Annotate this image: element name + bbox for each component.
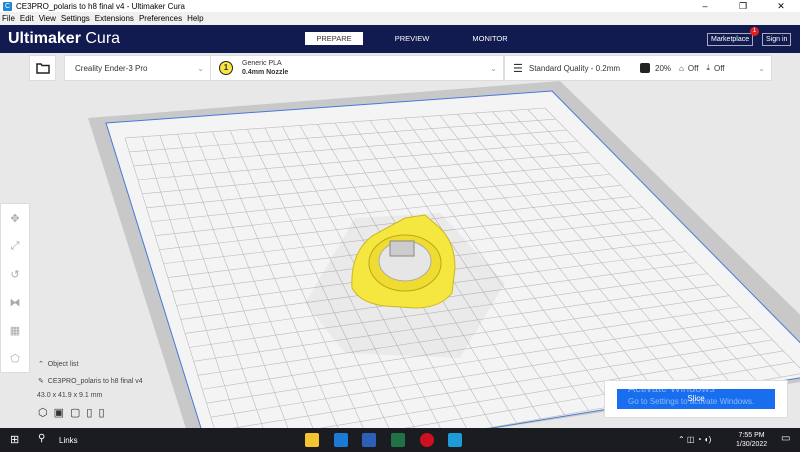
extruder-icon: 1: [219, 61, 233, 75]
menu-file[interactable]: File: [2, 14, 15, 23]
search-icon[interactable]: ⚲: [38, 433, 45, 444]
material-selector[interactable]: 1 Generic PLA 0.4mm Nozzle ⌄: [210, 55, 504, 81]
sign-in-button[interactable]: Sign in: [762, 33, 792, 46]
activate-windows-hint: Go to Settings to activate Windows.: [628, 397, 755, 406]
window-title: CE3PRO_polaris to h8 final v4 - Ultimake…: [16, 1, 185, 11]
view-left-icon[interactable]: ▯: [86, 407, 98, 419]
tab-prepare[interactable]: PREPARE: [305, 32, 363, 45]
tab-monitor[interactable]: MONITOR: [461, 32, 519, 45]
marketplace-button[interactable]: Marketplace: [707, 33, 754, 46]
object-list-label: Object list: [47, 361, 79, 368]
material-name: Generic PLA: [242, 60, 282, 67]
move-tool-icon[interactable]: ✥: [10, 212, 19, 225]
folder-icon: [35, 63, 50, 74]
clock[interactable]: 7:55 PM 1/30/2022: [736, 431, 767, 449]
view-right-icon[interactable]: ▯: [98, 407, 110, 419]
title-bar: C CE3PRO_polaris to h8 final v4 - Ultima…: [0, 0, 800, 12]
support-value: Off: [687, 63, 699, 73]
tab-preview[interactable]: PREVIEW: [383, 32, 441, 45]
view-3d-icon[interactable]: ⬡: [38, 407, 54, 419]
quality-profile: Standard Quality - 0.2mm: [528, 63, 621, 73]
object-name: CE3PRO_polaris to h8 final v4: [47, 378, 143, 385]
system-tray-icons[interactable]: ⌃ ◫ ◔ ◖): [678, 435, 711, 444]
menu-extensions[interactable]: Extensions: [95, 14, 134, 23]
support-icon: ⌂: [679, 63, 684, 73]
restore-button[interactable]: ❐: [724, 0, 762, 12]
object-list-toggle[interactable]: ⌃ Object list: [38, 360, 143, 368]
menu-view[interactable]: View: [39, 14, 56, 23]
open-file-button[interactable]: [29, 55, 56, 81]
activate-windows-watermark: Activate Windows: [628, 383, 715, 395]
excel-icon[interactable]: [391, 433, 405, 447]
taskbar-search-label[interactable]: Links: [59, 436, 78, 445]
nozzle-size: 0.4mm Nozzle: [242, 69, 289, 76]
view-front-icon[interactable]: ▣: [54, 407, 70, 419]
minimize-button[interactable]: –: [686, 0, 724, 12]
clock-date: 1/30/2022: [736, 441, 768, 448]
per-model-settings-icon[interactable]: ▦: [10, 324, 20, 337]
object-list-panel: ⌃ Object list ✎ CE3PRO_polaris to h8 fin…: [37, 360, 143, 419]
view-top-icon[interactable]: ▢: [70, 407, 86, 419]
printer-selector[interactable]: Creality Ender-3 Pro ⌄: [64, 55, 211, 81]
settings-sliders-icon: ☰: [513, 62, 523, 75]
infill-value: 20%: [655, 63, 672, 73]
notifications-icon[interactable]: ▭: [781, 433, 790, 444]
menu-edit[interactable]: Edit: [20, 14, 34, 23]
app-logo: Ultimaker Cura: [8, 30, 121, 47]
adhesion-icon: ⤓: [706, 63, 710, 72]
taskbar: ⊞ ⚲ Links ⌃ ◫ ◔ ◖) 7:55 PM 1/30/2022 ▭: [0, 428, 800, 452]
model-center-slot: [389, 240, 415, 257]
pencil-icon[interactable]: ✎: [38, 378, 44, 385]
cura-taskbar-icon[interactable]: [448, 433, 462, 447]
infill-icon: [640, 63, 651, 73]
menu-bar: File Edit View Settings Extensions Prefe…: [0, 12, 800, 25]
support-blocker-icon[interactable]: ⬠: [10, 352, 20, 365]
chevron-down-icon: ⌄: [758, 63, 765, 73]
rotate-tool-icon[interactable]: ↺: [10, 268, 19, 281]
menu-preferences[interactable]: Preferences: [139, 14, 182, 23]
word-icon[interactable]: [362, 433, 376, 447]
menu-settings[interactable]: Settings: [61, 14, 90, 23]
file-explorer-icon[interactable]: [305, 433, 319, 447]
marketplace-badge: 1: [750, 27, 759, 36]
cura-app-icon: C: [3, 1, 12, 11]
chevron-up-icon: ⌃: [38, 361, 44, 368]
mail-icon[interactable]: [334, 433, 348, 447]
close-button[interactable]: ✕: [762, 0, 800, 12]
header-bar: Ultimaker Cura PREPARE PREVIEW MONITOR M…: [0, 25, 800, 53]
left-toolbar: ✥ ⤢ ↺ ⧓ ▦ ⬠: [0, 203, 30, 373]
printer-name: Creality Ender-3 Pro: [75, 63, 148, 73]
object-dimensions: 43.0 x 41.9 x 9.1 mm: [37, 392, 103, 399]
clock-time: 7:55 PM: [738, 432, 765, 439]
print-settings-selector[interactable]: ☰ Standard Quality - 0.2mm 20% ⌂ Off ⤓ O…: [504, 55, 772, 81]
chevron-down-icon: ⌄: [197, 63, 204, 73]
chevron-down-icon: ⌄: [490, 63, 497, 73]
adhesion-value: Off: [713, 63, 725, 73]
windows-start-icon[interactable]: ⊞: [10, 433, 19, 446]
opera-icon[interactable]: [420, 433, 434, 447]
menu-help[interactable]: Help: [187, 14, 203, 23]
mirror-tool-icon[interactable]: ⧓: [10, 296, 21, 309]
scale-tool-icon[interactable]: ⤢: [11, 240, 20, 253]
